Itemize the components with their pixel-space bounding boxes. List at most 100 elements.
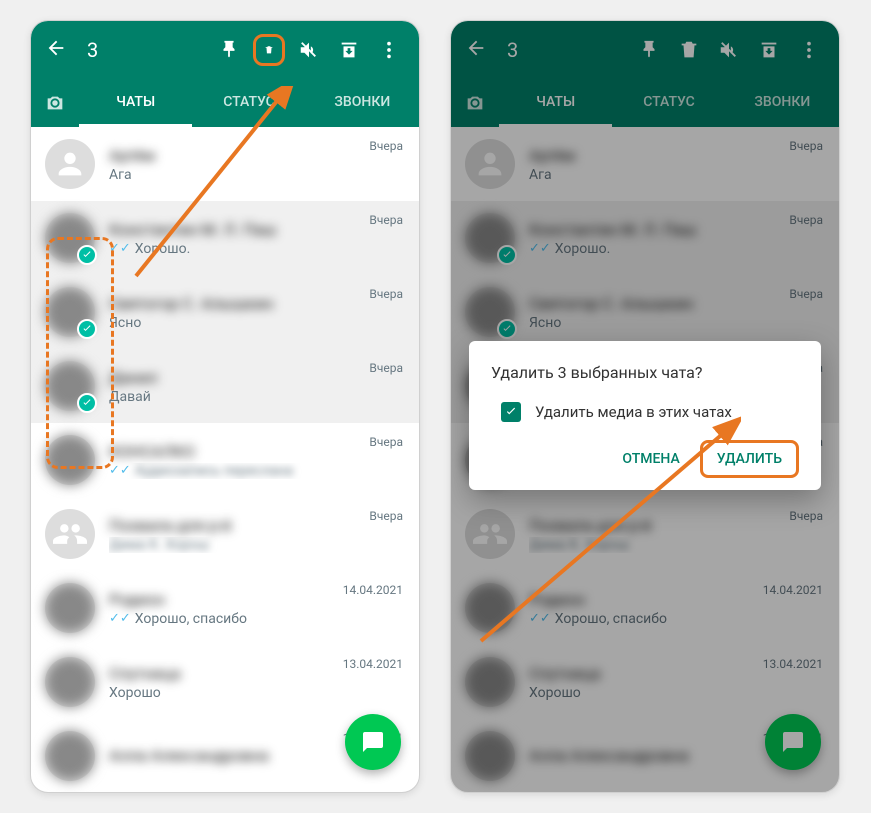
chat-time: 13.04.2021 <box>763 657 823 671</box>
tab-chats[interactable]: ЧАТЫ <box>499 79 612 127</box>
delete-button[interactable]: УДАЛИТЬ <box>700 440 799 478</box>
avatar[interactable] <box>45 139 95 189</box>
selected-count: 3 <box>507 38 625 62</box>
chat-item[interactable]: Родион✓✓Хорошо, спасибо 14.04.2021 <box>451 571 839 645</box>
avatar[interactable] <box>45 287 95 337</box>
cancel-button[interactable]: ОТМЕНА <box>608 443 693 475</box>
read-ticks-icon: ✓✓ <box>529 611 551 626</box>
tab-status[interactable]: СТАТУС <box>192 79 305 127</box>
chat-item[interactable]: Данил Давай Вчера <box>31 349 419 423</box>
delete-icon[interactable] <box>673 34 705 66</box>
chat-message: Хорошо, спасибо <box>555 611 667 627</box>
selected-check-icon <box>497 319 517 339</box>
tab-calls[interactable]: ЗВОНКИ <box>726 79 839 127</box>
chat-item[interactable]: Святогор С. Алышкин Ясно Вчера <box>31 275 419 349</box>
mute-icon[interactable] <box>293 34 325 66</box>
new-chat-fab[interactable] <box>765 714 821 770</box>
avatar[interactable] <box>465 213 515 263</box>
chat-name: Артём <box>109 146 405 165</box>
back-icon[interactable] <box>465 37 487 63</box>
archive-icon[interactable] <box>333 34 365 66</box>
chat-time: Вчера <box>369 435 403 449</box>
chat-message: Ясно <box>109 315 141 331</box>
chat-time: Вчера <box>369 213 403 227</box>
avatar[interactable] <box>45 213 95 263</box>
delete-media-checkbox-row[interactable]: Удалить медиа в этих чатах <box>491 402 799 422</box>
chat-message: Хорошо. <box>135 241 190 257</box>
avatar[interactable] <box>465 139 515 189</box>
chat-time: 14.04.2021 <box>343 583 403 597</box>
back-icon[interactable] <box>45 37 67 63</box>
avatar[interactable] <box>465 657 515 707</box>
chat-name: Похвала для р-й <box>109 516 405 535</box>
avatar[interactable] <box>45 435 95 485</box>
selected-check-icon <box>77 393 97 413</box>
avatar[interactable] <box>45 509 95 559</box>
chat-message: Ага <box>109 167 132 183</box>
selected-check-icon <box>77 319 97 339</box>
chat-item[interactable]: Похвала для р-й Дима К. Хорош Вчера <box>31 497 419 571</box>
read-ticks-icon: ✓✓ <box>109 241 131 256</box>
chat-message: Хорошо <box>109 685 161 701</box>
chat-message: Дима К. Хорош <box>529 537 629 553</box>
chat-time: Вчера <box>369 139 403 153</box>
chat-item[interactable]: Святогор С. АлышкинЯсно Вчера <box>451 275 839 349</box>
checkbox-label: Удалить медиа в этих чатах <box>535 403 732 421</box>
avatar[interactable] <box>465 509 515 559</box>
avatar[interactable] <box>45 731 95 781</box>
chat-list: Артём Ага Вчера Константин М. Л. Паш ✓✓Х… <box>31 127 419 792</box>
camera-icon[interactable] <box>451 79 499 127</box>
chat-time: Вчера <box>789 213 823 227</box>
tab-chats[interactable]: ЧАТЫ <box>79 79 192 127</box>
chat-item[interactable]: АртёмАга Вчера <box>451 127 839 201</box>
overflow-menu-icon[interactable] <box>373 34 405 66</box>
chat-item[interactable]: Родион ✓✓Хорошо, спасибо 14.04.2021 <box>31 571 419 645</box>
chat-item[interactable]: СпутницаХорошо 13.04.2021 <box>451 645 839 719</box>
avatar[interactable] <box>45 361 95 411</box>
read-ticks-icon: ✓✓ <box>109 463 131 478</box>
selection-appbar: 3 <box>31 21 419 79</box>
delete-dialog: Удалить 3 выбранных чата? Удалить медиа … <box>469 341 821 490</box>
camera-icon[interactable] <box>31 79 79 127</box>
delete-icon[interactable] <box>253 34 285 66</box>
avatar[interactable] <box>45 583 95 633</box>
overflow-menu-icon[interactable] <box>793 34 825 66</box>
pin-icon[interactable] <box>633 34 665 66</box>
chat-name: Святогор С. Алышкин <box>529 294 825 313</box>
chat-name: Артём <box>529 146 825 165</box>
selection-appbar: 3 <box>451 21 839 79</box>
chat-time: 14.04.2021 <box>763 583 823 597</box>
pin-icon[interactable] <box>213 34 245 66</box>
avatar[interactable] <box>465 731 515 781</box>
avatar[interactable] <box>465 287 515 337</box>
chat-item[interactable]: Спутница Хорошо 13.04.2021 <box>31 645 419 719</box>
checkbox-checked-icon[interactable] <box>501 402 521 422</box>
mute-icon[interactable] <box>713 34 745 66</box>
chat-message: Хорошо, спасибо <box>135 611 247 627</box>
chat-time: Вчера <box>789 509 823 523</box>
new-chat-fab[interactable] <box>345 714 401 770</box>
chat-item[interactable]: КОНСАЛКО ✓✓Аудиозапись переслана Вчера <box>31 423 419 497</box>
chat-time: Вчера <box>369 509 403 523</box>
chat-time: Вчера <box>369 287 403 301</box>
chat-item[interactable]: Константин М. Л. Паш ✓✓Хорошо. Вчера <box>31 201 419 275</box>
phone-left: 3 ЧАТЫ СТАТУС ЗВОНКИ <box>30 20 420 793</box>
chat-name: КОНСАЛКО <box>109 442 405 461</box>
tab-calls[interactable]: ЗВОНКИ <box>306 79 419 127</box>
chat-message: Дима К. Хорош <box>109 537 209 553</box>
chat-name: Данил <box>109 368 405 387</box>
chat-message: Хорошо <box>529 685 581 701</box>
read-ticks-icon: ✓✓ <box>529 241 551 256</box>
avatar[interactable] <box>465 583 515 633</box>
avatar[interactable] <box>45 657 95 707</box>
dialog-title: Удалить 3 выбранных чата? <box>491 363 799 382</box>
chat-item[interactable]: Похвала для р-йДима К. Хорош Вчера <box>451 497 839 571</box>
archive-icon[interactable] <box>753 34 785 66</box>
tab-status[interactable]: СТАТУС <box>612 79 725 127</box>
chat-item[interactable]: Артём Ага Вчера <box>31 127 419 201</box>
chat-time: 13.04.2021 <box>343 657 403 671</box>
selected-count: 3 <box>87 38 205 62</box>
read-ticks-icon: ✓✓ <box>109 611 131 626</box>
chat-item[interactable]: Константин М. Л. Паш✓✓Хорошо. Вчера <box>451 201 839 275</box>
chat-name: Святогор С. Алышкин <box>109 294 405 313</box>
